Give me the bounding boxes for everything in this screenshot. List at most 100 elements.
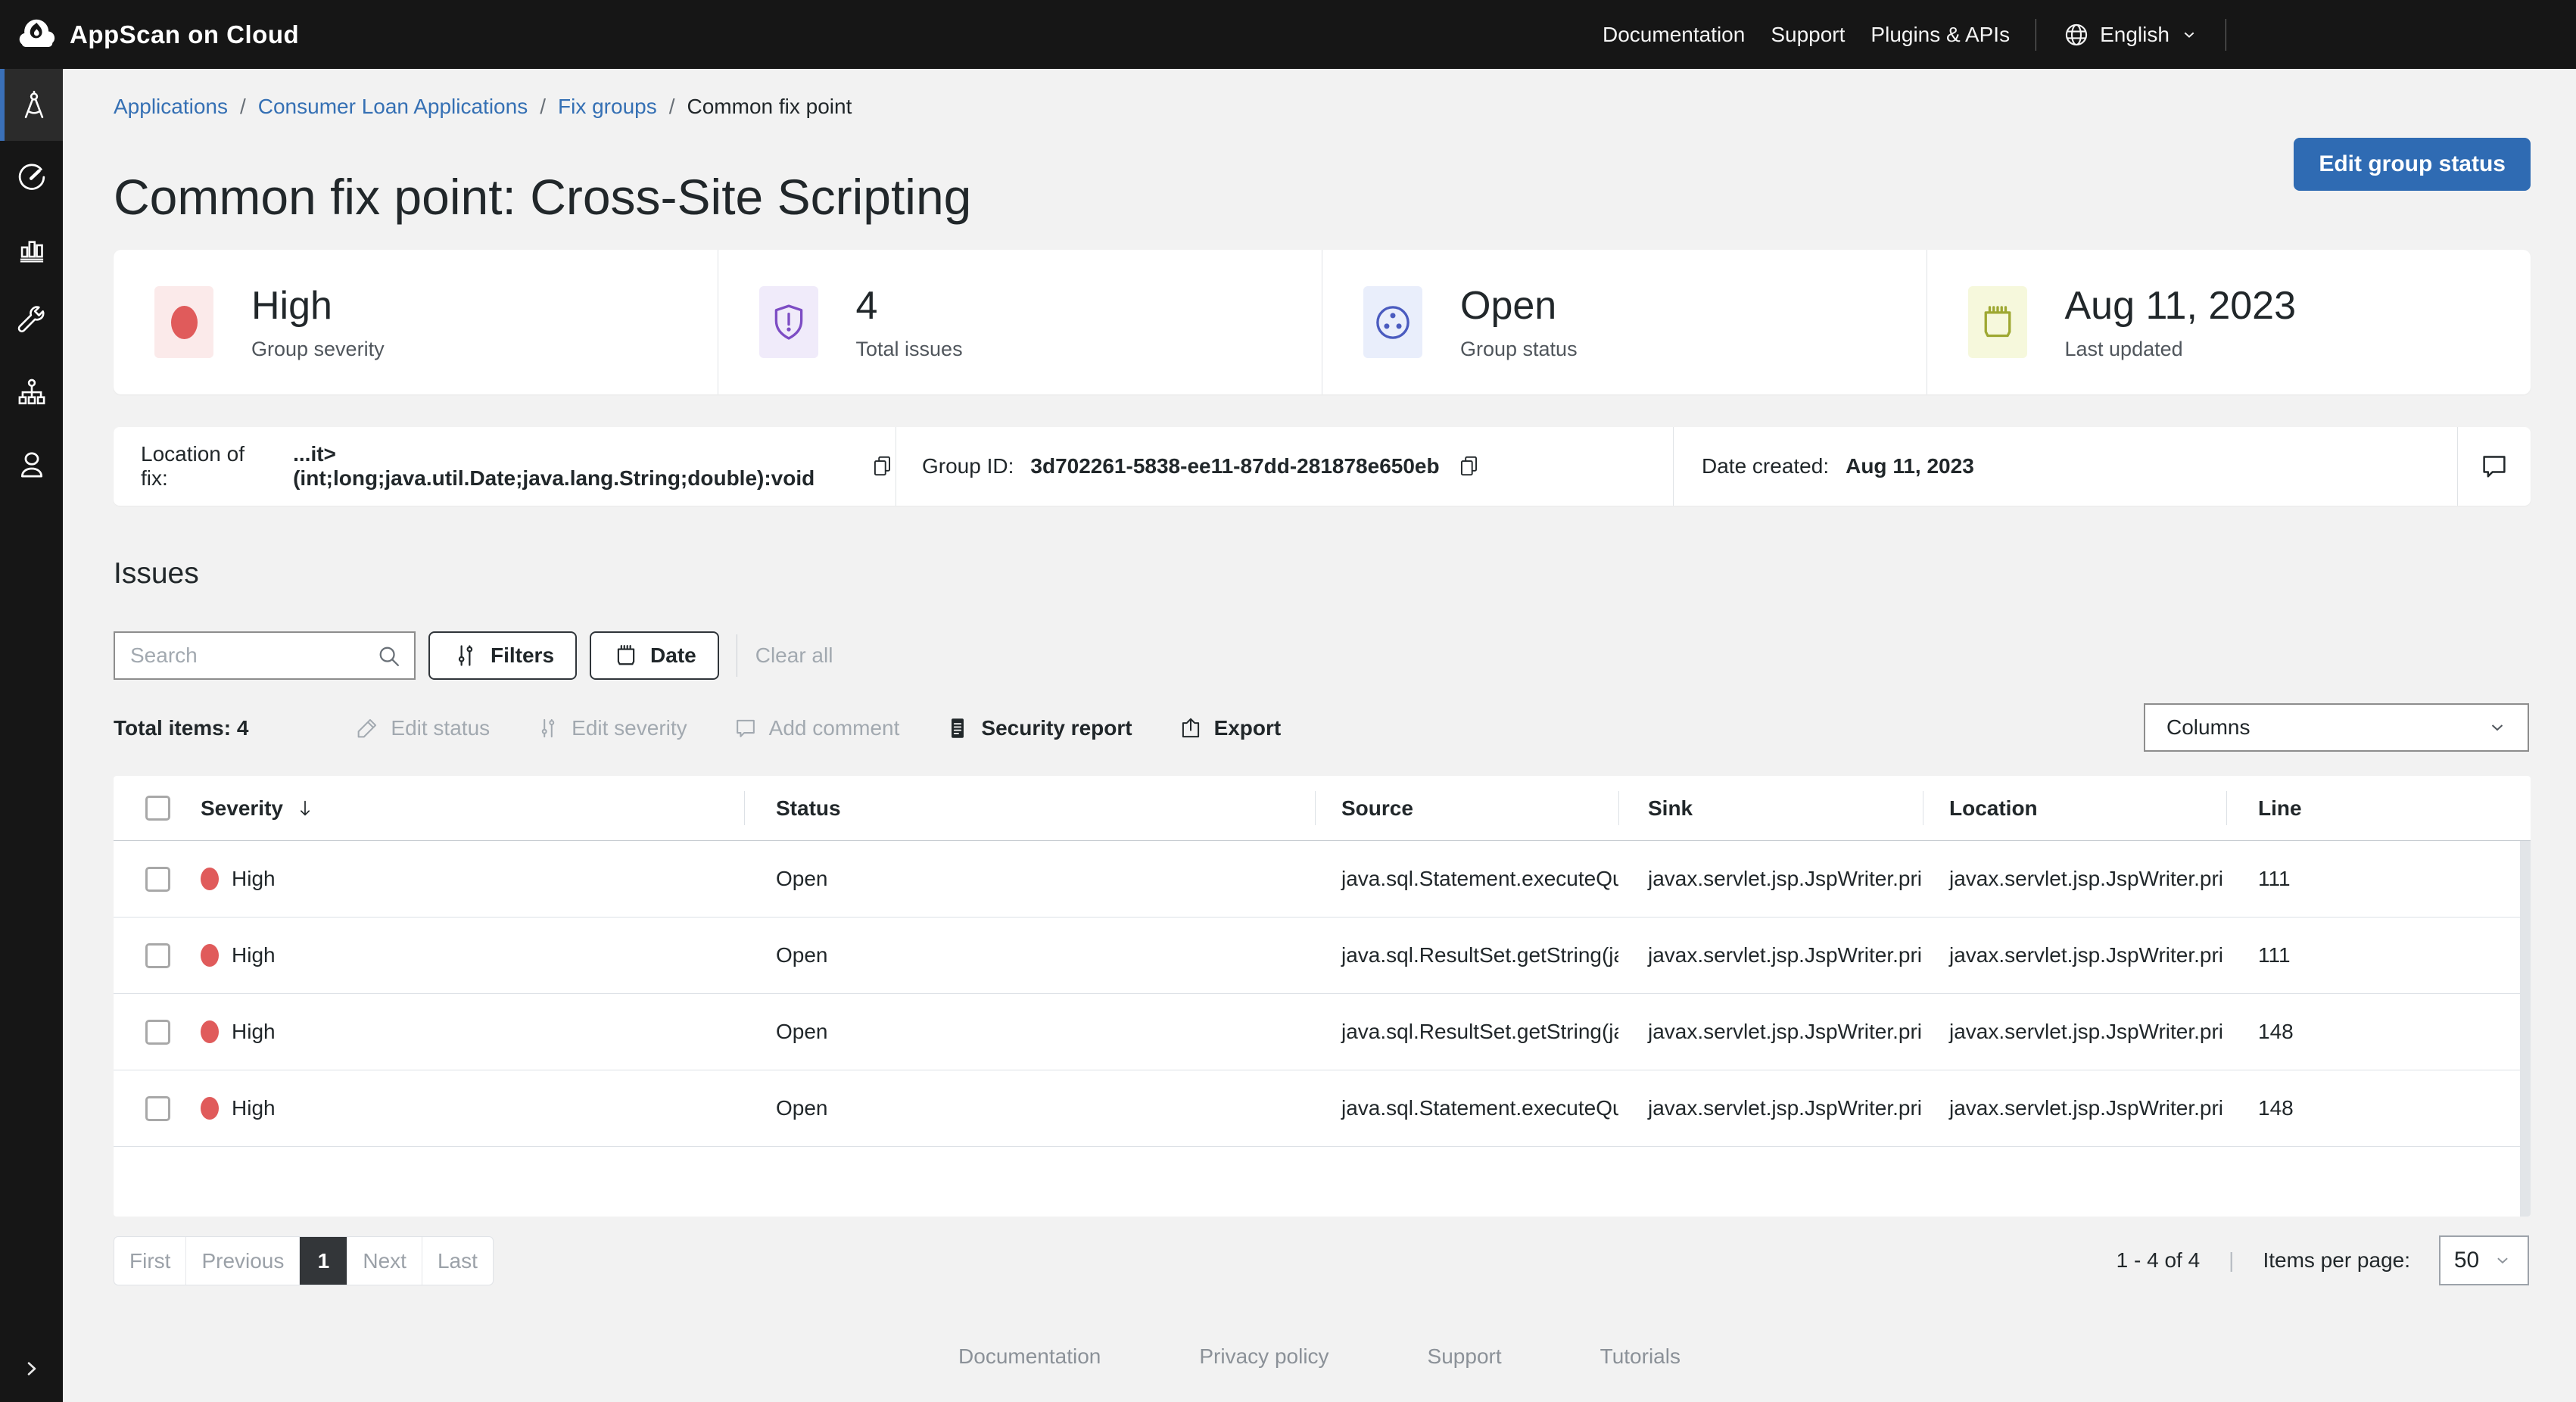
page-title: Common fix point: Cross-Site Scripting: [114, 170, 971, 223]
edit-severity-button[interactable]: Edit severity: [535, 715, 687, 741]
comment-button[interactable]: [2478, 450, 2510, 482]
appscan-page: AppScan on Cloud Documentation Support P…: [0, 0, 2576, 1402]
sidebar-item-tools[interactable]: [0, 285, 63, 357]
clear-all-button[interactable]: Clear all: [751, 643, 838, 668]
sidebar-item-account[interactable]: [0, 428, 63, 500]
pagination-current-page[interactable]: 1: [300, 1237, 347, 1285]
pagination-first-button[interactable]: First: [114, 1237, 186, 1285]
footer-privacy-policy-link[interactable]: Privacy policy: [1199, 1344, 1328, 1369]
filter-row: Filters Date Clear all: [114, 631, 837, 680]
pagination-last-button[interactable]: Last: [422, 1237, 493, 1285]
language-label: English: [2100, 23, 2170, 47]
issues-toolbar: Total items: 4 Edit status: [114, 703, 2531, 752]
header-location[interactable]: Location: [1923, 776, 2226, 840]
card-group-status: Open Group status: [1322, 250, 1927, 394]
security-report-label: Security report: [981, 716, 1132, 740]
items-per-page-label: Items per page:: [2263, 1248, 2410, 1273]
row-checkbox[interactable]: [145, 1096, 170, 1121]
language-menu[interactable]: English: [2062, 20, 2200, 49]
nav-documentation[interactable]: Documentation: [1603, 23, 1745, 47]
chat-bubble-icon: [733, 715, 758, 741]
table-row[interactable]: High Open java.sql.Statement.executeQu j…: [114, 841, 2531, 918]
card-group-severity: High Group severity: [114, 250, 718, 394]
sidebar-item-applications[interactable]: [0, 69, 63, 141]
table-row[interactable]: High Open java.sql.ResultSet.getString(j…: [114, 994, 2531, 1070]
group-id-label: Group ID:: [922, 454, 1014, 478]
card-value: Aug 11, 2023: [2065, 283, 2297, 329]
row-checkbox[interactable]: [145, 867, 170, 892]
location-of-fix-label: Location of fix:: [141, 442, 276, 491]
breadcrumb-consumer-loan-applications[interactable]: Consumer Loan Applications: [258, 95, 528, 119]
compass-icon: [17, 88, 51, 123]
sink-cell: javax.servlet.jsp.JspWriter.pri: [1618, 867, 1923, 891]
topbar: AppScan on Cloud Documentation Support P…: [0, 0, 2576, 69]
sidebar-item-scans[interactable]: [0, 141, 63, 213]
severity-dot-icon: [154, 286, 213, 358]
sidebar-item-organization[interactable]: [0, 357, 63, 428]
group-id: Group ID: 3d702261-5838-ee11-87dd-281878…: [896, 427, 1673, 506]
issues-heading: Issues: [114, 557, 199, 590]
select-all-cell: [114, 776, 201, 840]
table-row[interactable]: High Open java.sql.ResultSet.getString(j…: [114, 918, 2531, 994]
source-cell: java.sql.ResultSet.getString(ja: [1315, 943, 1618, 967]
footer-support-link[interactable]: Support: [1428, 1344, 1502, 1369]
chevron-down-icon: [2179, 24, 2200, 45]
copy-group-id-button[interactable]: [1456, 453, 1482, 479]
row-checkbox[interactable]: [145, 1020, 170, 1045]
card-label: Group status: [1460, 338, 1578, 361]
location-of-fix-value: ...it>(int;long;java.util.Date;java.lang…: [293, 442, 853, 491]
footer-tutorials-link[interactable]: Tutorials: [1600, 1344, 1680, 1369]
items-per-page-value: 50: [2454, 1248, 2479, 1273]
breadcrumb-current: Common fix point: [687, 95, 852, 119]
security-report-button[interactable]: Security report: [945, 715, 1132, 741]
header-line[interactable]: Line: [2226, 776, 2531, 840]
status-cell: Open: [744, 1020, 1315, 1044]
select-all-checkbox[interactable]: [145, 796, 170, 821]
chevron-right-icon: [18, 1355, 45, 1382]
card-label: Group severity: [251, 338, 385, 361]
chevron-down-icon: [2485, 715, 2509, 740]
globe-icon: [2062, 20, 2091, 49]
table-scrollbar[interactable]: [2520, 841, 2531, 1217]
search-input[interactable]: [115, 633, 414, 678]
edit-status-button[interactable]: Edit status: [354, 715, 490, 741]
sink-cell: javax.servlet.jsp.JspWriter.pri: [1618, 1096, 1923, 1120]
edit-group-status-button[interactable]: Edit group status: [2294, 138, 2531, 191]
total-items: Total items: 4: [114, 716, 248, 740]
table-row[interactable]: High Open java.sql.Statement.executeQu j…: [114, 1070, 2531, 1147]
columns-dropdown[interactable]: Columns: [2144, 703, 2529, 752]
sink-cell: javax.servlet.jsp.JspWriter.pri: [1618, 943, 1923, 967]
header-severity[interactable]: Severity: [201, 776, 744, 840]
pagination-next-button[interactable]: Next: [347, 1237, 422, 1285]
header-status[interactable]: Status: [744, 776, 1315, 840]
filters-button[interactable]: Filters: [428, 631, 577, 680]
shield-warning-icon: [759, 286, 818, 358]
source-cell: java.sql.Statement.executeQu: [1315, 867, 1618, 891]
card-value: Open: [1460, 283, 1578, 329]
items-per-page-dropdown[interactable]: 50: [2439, 1235, 2529, 1285]
sidebar-item-reports[interactable]: [0, 213, 63, 285]
date-filter-button[interactable]: Date: [590, 631, 719, 680]
footer-documentation-link[interactable]: Documentation: [958, 1344, 1101, 1369]
add-comment-button[interactable]: Add comment: [733, 715, 900, 741]
columns-dropdown-label: Columns: [2166, 715, 2250, 740]
severity-high-icon: [201, 1097, 219, 1120]
breadcrumb-fix-groups[interactable]: Fix groups: [558, 95, 657, 119]
sidebar-expand-button[interactable]: [0, 1346, 63, 1391]
brand: AppScan on Cloud: [17, 14, 299, 55]
breadcrumb-separator: /: [540, 95, 546, 119]
nav-plugins-apis[interactable]: Plugins & APIs: [1870, 23, 2010, 47]
nav-support[interactable]: Support: [1771, 23, 1845, 47]
export-button[interactable]: Export: [1178, 715, 1282, 741]
issues-table: Severity Status Source Sink: [114, 776, 2531, 1217]
breadcrumb-applications[interactable]: Applications: [114, 95, 228, 119]
card-label: Last updated: [2065, 338, 2297, 361]
pagination-previous-button[interactable]: Previous: [186, 1237, 300, 1285]
copy-location-button[interactable]: [870, 453, 896, 479]
row-checkbox[interactable]: [145, 943, 170, 968]
status-cell: Open: [744, 1096, 1315, 1120]
header-sink[interactable]: Sink: [1618, 776, 1923, 840]
appscan-logo-icon: [17, 14, 58, 55]
header-source[interactable]: Source: [1315, 776, 1618, 840]
card-label: Total issues: [856, 338, 963, 361]
